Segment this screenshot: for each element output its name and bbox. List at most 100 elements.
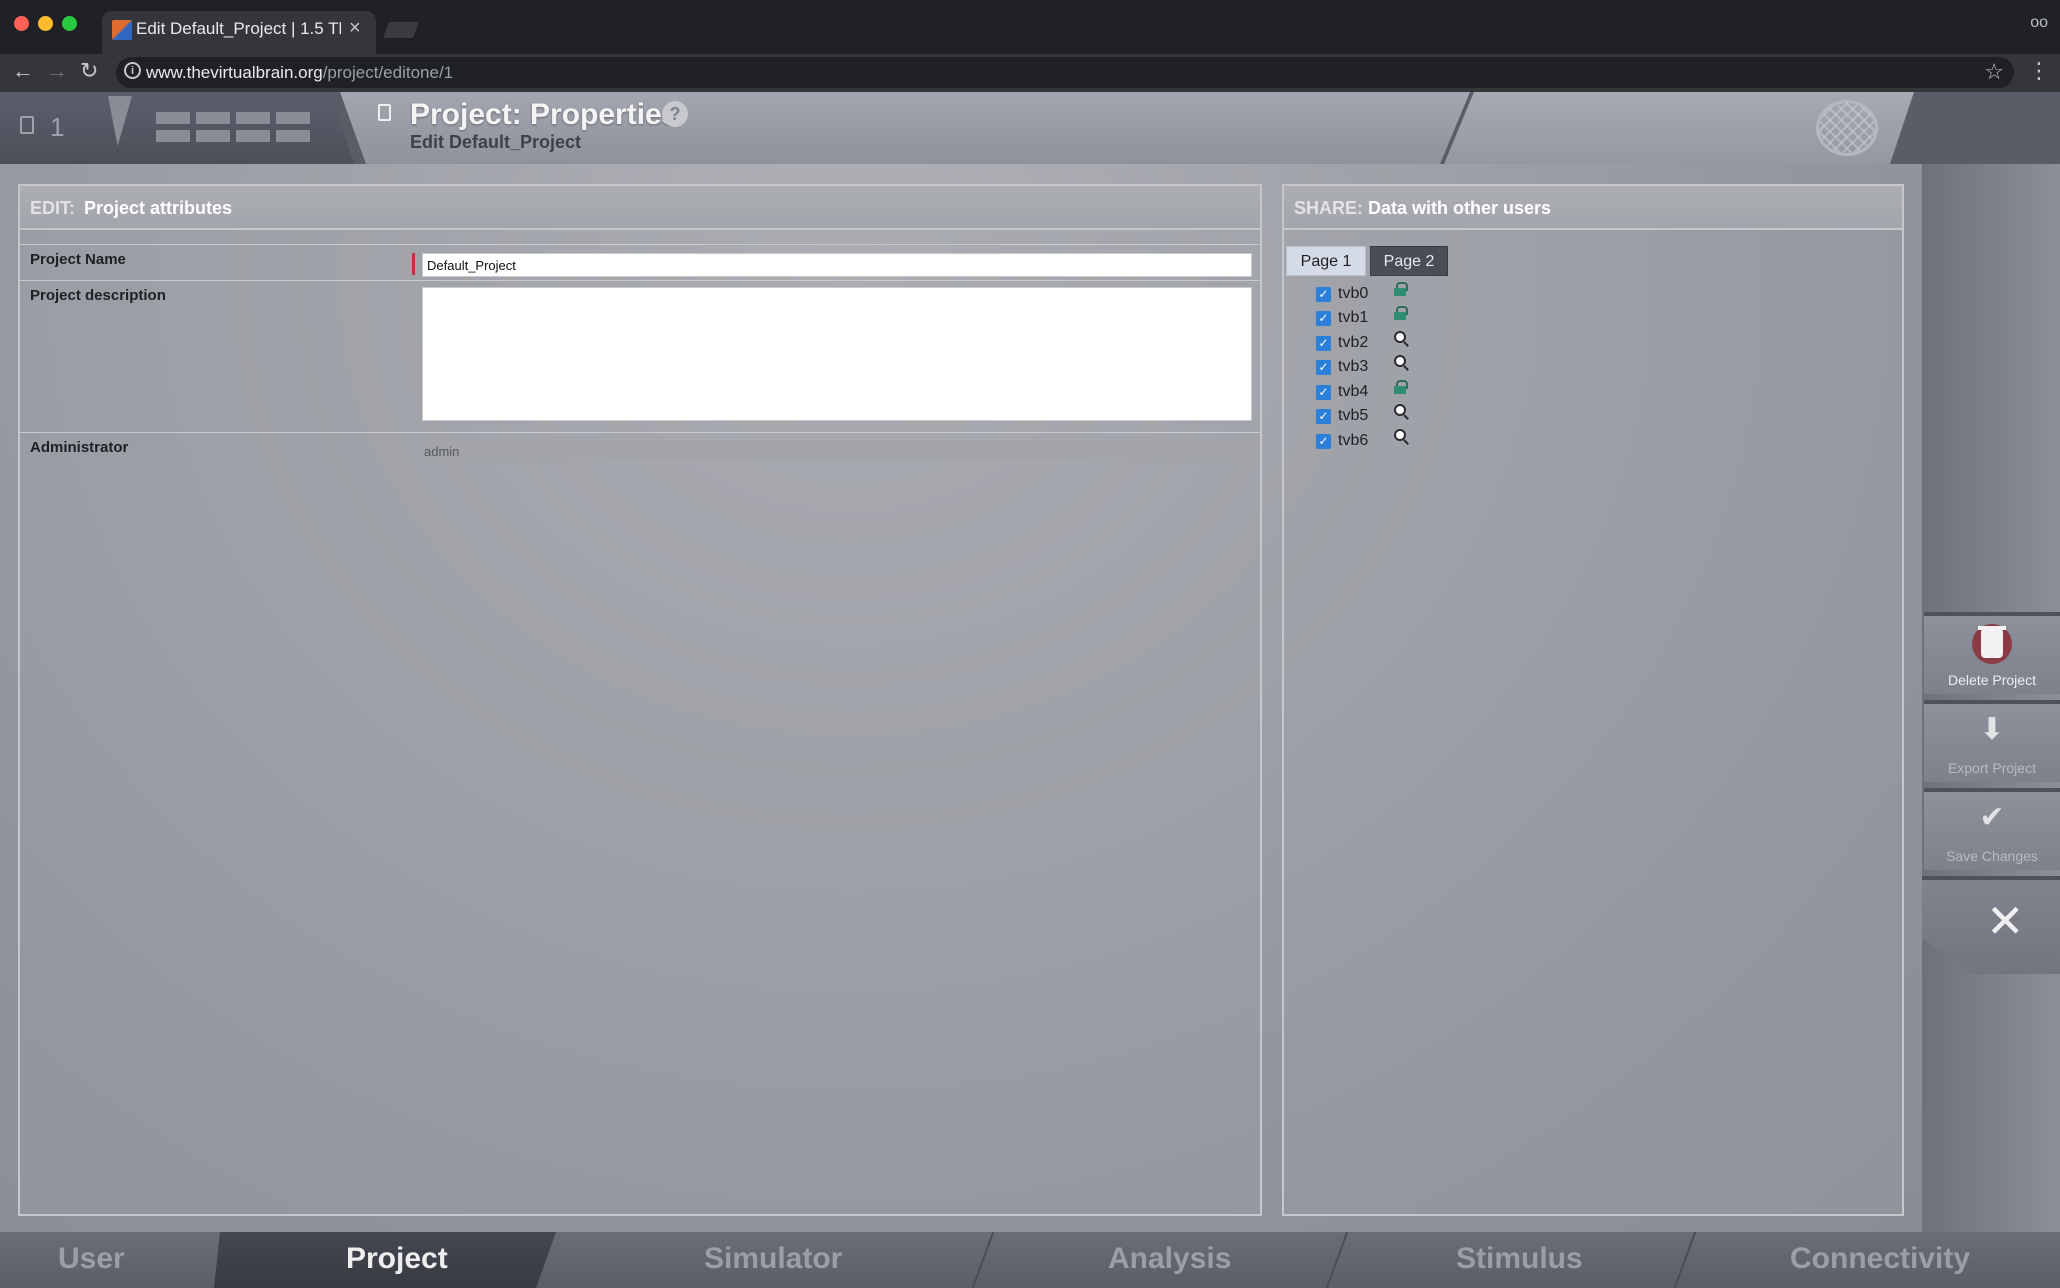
tab-page-1[interactable]: Page 1	[1286, 246, 1366, 276]
app-header: 1 Project: Properties ? Edit Default_Pro…	[0, 92, 2060, 164]
export-project-button[interactable]: ⬇ Export Project	[1924, 700, 2060, 782]
magnifier-icon	[1394, 355, 1406, 367]
address-bar[interactable]: i www.thevirtualbrain.org/project/editon…	[116, 57, 2014, 88]
menu-grid-icon[interactable]	[156, 112, 316, 144]
administrator-value: admin	[422, 441, 1252, 461]
panel-title: Data with other users	[1368, 198, 1552, 218]
page-title: Project: Properties	[410, 98, 679, 131]
share-checkbox[interactable]: ✓	[1316, 360, 1331, 375]
close-window-button[interactable]	[14, 16, 29, 31]
nav-simulator[interactable]: Simulator	[556, 1232, 982, 1288]
edit-project-panel: EDIT: Project attributes Project Name Pr…	[18, 184, 1262, 1216]
tab-page-2[interactable]: Page 2	[1370, 246, 1448, 276]
browser-menu-icon[interactable]: ⋮	[2028, 58, 2050, 84]
browser-toolbar: ← → ↻ i www.thevirtualbrain.org/project/…	[0, 54, 2060, 92]
url-host: www.thevirtualbrain.org	[146, 63, 323, 82]
required-indicator	[412, 253, 415, 275]
panel-title: Project attributes	[84, 198, 233, 218]
help-icon[interactable]: ?	[662, 101, 688, 127]
lock-icon	[1394, 380, 1408, 394]
magnifier-icon	[1394, 429, 1406, 441]
delete-project-label: Delete Project	[1948, 672, 2036, 688]
user-name: tvb1	[1338, 309, 1369, 326]
panel-prefix: EDIT:	[30, 198, 75, 218]
close-button[interactable]: ✕	[1922, 876, 2060, 974]
share-checkbox[interactable]: ✓	[1316, 409, 1331, 424]
panel-prefix: SHARE:	[1294, 198, 1364, 218]
page-header: Project: Properties ? Edit Default_Proje…	[340, 92, 1470, 164]
nav-user[interactable]: User	[0, 1232, 214, 1288]
bookmark-star-icon[interactable]: ☆	[1984, 59, 2004, 85]
user-name: tvb6	[1338, 432, 1369, 449]
header-right-area	[1444, 92, 1914, 164]
project-count: 1	[50, 112, 65, 142]
reload-icon[interactable]: ↻	[80, 58, 98, 84]
tab-close-icon[interactable]: ×	[349, 17, 361, 40]
nav-analysis[interactable]: Analysis	[982, 1232, 1336, 1288]
main-content: EDIT: Project attributes Project Name Pr…	[0, 164, 1922, 1232]
browser-tab[interactable]: Edit Default_Project | 1.5 The V ×	[102, 11, 376, 54]
incognito-icon: oo	[2030, 14, 2048, 31]
tab-title: Edit Default_Project | 1.5 The V	[136, 19, 341, 38]
user-name: tvb5	[1338, 407, 1369, 424]
minimize-window-button[interactable]	[38, 16, 53, 31]
nav-connectivity-label: Connectivity	[1790, 1242, 1971, 1275]
trash-icon-body	[1981, 630, 2003, 658]
document-icon	[378, 104, 391, 121]
tvb-favicon-icon	[112, 20, 132, 40]
panel-header: EDIT: Project attributes	[20, 186, 1260, 230]
nav-connectivity[interactable]: Connectivity	[1684, 1232, 2060, 1288]
maximize-window-button[interactable]	[62, 16, 77, 31]
user-name: tvb3	[1338, 358, 1369, 375]
save-changes-label: Save Changes	[1946, 848, 2038, 864]
forward-arrow-icon[interactable]: →	[46, 58, 68, 84]
nav-project[interactable]: Project	[214, 1232, 556, 1288]
dropdown-arrow-icon[interactable]	[108, 96, 132, 146]
project-description-label: Project description	[30, 287, 166, 304]
project-name-input[interactable]	[422, 253, 1252, 277]
save-changes-button[interactable]: ✔ Save Changes	[1924, 788, 2060, 870]
export-project-label: Export Project	[1948, 760, 2036, 776]
share-checkbox[interactable]: ✓	[1316, 311, 1331, 326]
nav-simulator-label: Simulator	[704, 1242, 843, 1275]
brain-logo-icon[interactable]	[1816, 100, 1878, 156]
action-rail: Delete Project ⬇ Export Project ✔ Save C…	[1922, 164, 2060, 1232]
project-description-row: Project description	[20, 280, 1260, 430]
project-name-label: Project Name	[30, 251, 126, 268]
user-name: tvb0	[1338, 285, 1369, 302]
administrator-label: Administrator	[30, 439, 129, 456]
share-data-panel: SHARE: Data with other users Page 1 Page…	[1282, 184, 1904, 1216]
magnifier-icon	[1394, 331, 1406, 343]
page-subtitle: Edit Default_Project	[410, 132, 582, 152]
close-icon: ✕	[1986, 895, 2025, 947]
share-checkbox[interactable]: ✓	[1316, 385, 1331, 400]
panel-header: SHARE: Data with other users	[1284, 186, 1902, 230]
user-name: tvb2	[1338, 334, 1369, 351]
project-name-row: Project Name	[20, 244, 1260, 280]
lock-icon	[1394, 282, 1408, 296]
nav-stimulus-label: Stimulus	[1456, 1242, 1583, 1275]
user-name: tvb4	[1338, 383, 1369, 400]
nav-project-label: Project	[346, 1242, 448, 1275]
delete-project-button[interactable]: Delete Project	[1924, 612, 2060, 694]
browser-titlebar: Edit Default_Project | 1.5 The V × oo	[0, 0, 2060, 54]
url-text: www.thevirtualbrain.org/project/editone/…	[146, 63, 453, 83]
site-info-icon[interactable]: i	[124, 62, 141, 79]
new-tab-button[interactable]	[383, 22, 419, 38]
nav-analysis-label: Analysis	[1108, 1242, 1232, 1275]
url-path: /project/editone/1	[322, 63, 454, 82]
nav-stimulus[interactable]: Stimulus	[1336, 1232, 1684, 1288]
magnifier-icon	[1394, 404, 1406, 416]
share-checkbox[interactable]: ✓	[1316, 434, 1331, 449]
lock-icon	[1394, 306, 1408, 320]
back-arrow-icon[interactable]: ←	[12, 58, 34, 84]
share-checkbox[interactable]: ✓	[1316, 336, 1331, 351]
download-icon: ⬇	[1979, 713, 2005, 746]
administrator-row: Administrator admin	[20, 432, 1260, 472]
share-checkbox[interactable]: ✓	[1316, 287, 1331, 302]
project-switcher[interactable]: 1	[0, 92, 354, 164]
bottom-navigation: User Project Simulator Analysis Stimulus…	[0, 1232, 2060, 1288]
checkmark-icon: ✔	[1979, 801, 2005, 834]
project-description-textarea[interactable]	[422, 287, 1252, 421]
user-icon	[60, 1250, 76, 1270]
